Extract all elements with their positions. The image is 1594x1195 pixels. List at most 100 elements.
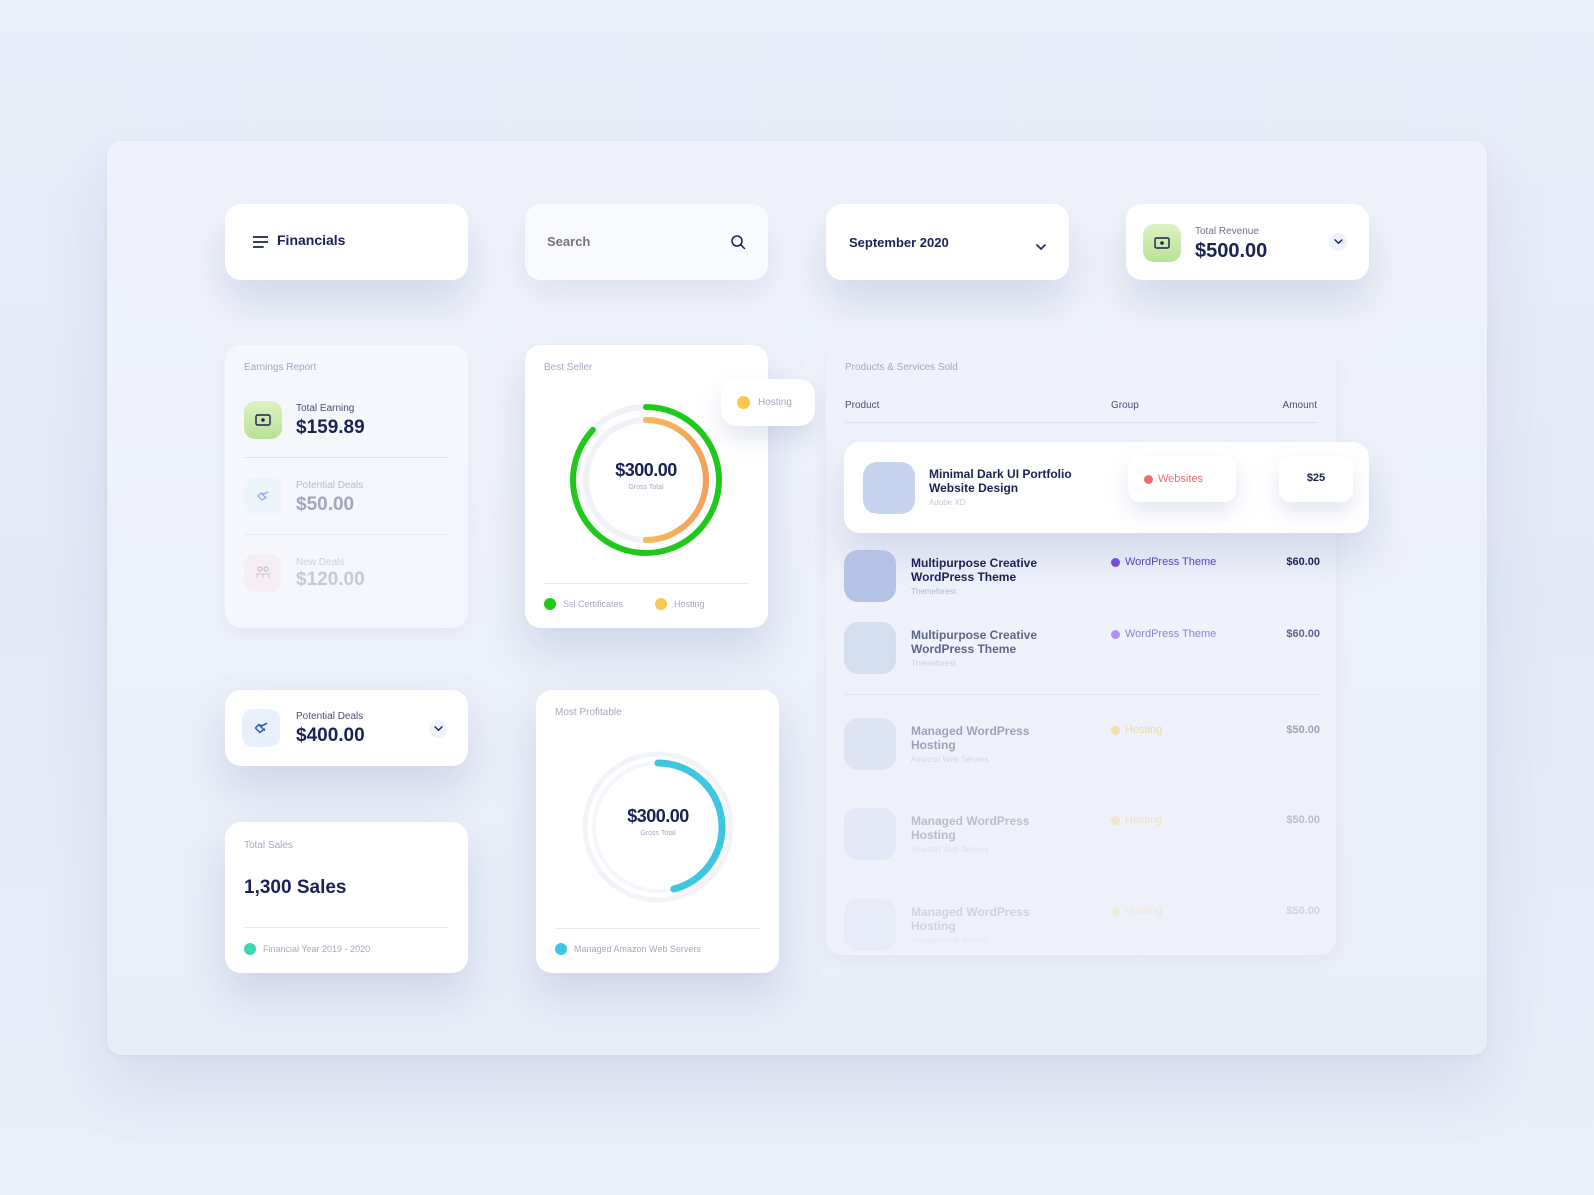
- chevron-down-icon[interactable]: [1036, 238, 1046, 256]
- product-name-1: Minimal Dark UI Portfolio: [929, 467, 1072, 481]
- search-box[interactable]: [525, 204, 768, 280]
- revenue-label: Total Revenue: [1195, 226, 1259, 237]
- product-sub: Adobe XD: [929, 498, 966, 507]
- legend-hosting: Hosting: [674, 599, 705, 609]
- search-icon[interactable]: [730, 234, 746, 255]
- product-sub: Themeforest: [911, 587, 956, 596]
- tooltip-label: Hosting: [758, 397, 792, 408]
- product-row[interactable]: Multipurpose Creative WordPress Theme Th…: [844, 622, 1320, 676]
- donut-center: $300.00 Gross Total: [596, 460, 696, 491]
- total-sales-title: Total Sales: [244, 840, 293, 851]
- col-amount: Amount: [1282, 400, 1317, 411]
- col-product: Product: [845, 400, 880, 411]
- most-profitable-total-label: Gross Total: [640, 830, 676, 837]
- legend-dot: [244, 943, 256, 955]
- chevron-down-icon[interactable]: [429, 720, 447, 738]
- menu-title: Financials: [277, 232, 346, 248]
- legend-ssl: Ssl Certificates: [563, 599, 624, 609]
- websites-dot: [1144, 475, 1153, 484]
- divider: [544, 583, 749, 584]
- hamburger-icon[interactable]: [252, 235, 269, 248]
- hosting-dot: [1111, 907, 1120, 916]
- product-name-2: Hosting: [911, 828, 956, 842]
- group-label: Websites: [1158, 473, 1204, 485]
- product-sub: Themeforest: [911, 659, 956, 668]
- product-thumbnail: [844, 718, 896, 770]
- group-label: Hosting: [1125, 905, 1163, 917]
- wordpress-dot: [1111, 630, 1120, 639]
- chevron-down-icon[interactable]: [1329, 233, 1347, 251]
- group-label: Hosting: [1125, 814, 1163, 826]
- group-badge[interactable]: Websites: [1128, 456, 1236, 502]
- product-row[interactable]: Managed WordPress Hosting Amazon Web Ser…: [844, 899, 1320, 953]
- total-earning-value: $159.89: [296, 417, 365, 438]
- product-name-1: Multipurpose Creative: [911, 556, 1038, 570]
- group-label: WordPress Theme: [1125, 628, 1217, 640]
- product-name-2: Hosting: [911, 738, 956, 752]
- total-revenue-card[interactable]: Total Revenue $500.00: [1126, 204, 1369, 280]
- earnings-title: Earnings Report: [244, 362, 317, 373]
- potential-deals-label: Potential Deals: [296, 711, 364, 722]
- month-select[interactable]: September 2020: [826, 204, 1069, 280]
- divider: [244, 534, 449, 535]
- group-label: Hosting: [1125, 724, 1163, 736]
- potential-deals-card[interactable]: Potential Deals $400.00: [225, 690, 468, 766]
- new-deals-label: New Deals: [296, 557, 345, 568]
- hosting-tooltip: Hosting: [721, 379, 815, 426]
- group-label: WordPress Theme: [1125, 556, 1217, 568]
- amount-badge[interactable]: $25: [1279, 456, 1353, 502]
- divider: [244, 927, 449, 928]
- cash-icon: [1143, 224, 1181, 262]
- earnings-report-card: Earnings Report Total Earning $159.89 Po…: [225, 345, 468, 628]
- product-name-1: Multipurpose Creative: [911, 628, 1038, 642]
- total-sales-card: Total Sales 1,300 Sales Financial Year 2…: [225, 822, 468, 973]
- products-title: Products & Services Sold: [845, 362, 958, 373]
- product-sub: Amazon Web Servers: [911, 755, 989, 764]
- users-icon: [244, 554, 282, 592]
- month-selected: September 2020: [849, 235, 949, 250]
- product-thumbnail: [844, 550, 896, 602]
- divider: [844, 694, 1320, 695]
- product-thumbnail: [844, 899, 896, 951]
- product-row[interactable]: Multipurpose Creative WordPress Theme Th…: [844, 550, 1320, 604]
- donut-center: $300.00 Gross Total: [608, 806, 708, 837]
- product-name-2: Website Design: [929, 481, 1019, 495]
- product-name-1: Managed WordPress: [911, 905, 1030, 919]
- wordpress-dot: [1111, 558, 1120, 567]
- product-name-1: Managed WordPress: [911, 724, 1030, 738]
- new-deals-value: $120.00: [296, 569, 365, 590]
- col-group: Group: [1111, 400, 1139, 411]
- total-sales-value: 1,300 Sales: [244, 877, 347, 898]
- product-row[interactable]: Managed WordPress Hosting Amazon Web Ser…: [844, 718, 1320, 772]
- amount-value: $50.00: [1286, 814, 1320, 826]
- best-seller-title: Best Seller: [544, 362, 593, 373]
- hosting-dot: [1111, 816, 1120, 825]
- amount-value: $60.00: [1286, 556, 1320, 568]
- amount-value: $60.00: [1286, 628, 1320, 640]
- divider: [555, 928, 760, 929]
- product-name-2: WordPress Theme: [911, 570, 1017, 584]
- product-row-highlight[interactable]: Minimal Dark UI Portfolio Website Design…: [844, 442, 1369, 533]
- search-input[interactable]: [547, 231, 717, 251]
- handshake-icon: [244, 477, 282, 515]
- most-profitable-total: $300.00: [627, 806, 689, 826]
- handshake-icon: [242, 709, 280, 747]
- legend-dot: [555, 943, 567, 955]
- legend-dot: [655, 598, 667, 610]
- most-profitable-title: Most Profitable: [555, 707, 622, 718]
- financials-menu[interactable]: Financials: [225, 204, 468, 280]
- amount-value: $25: [1306, 472, 1326, 484]
- most-profitable-legend: Managed Amazon Web Servers: [574, 944, 701, 954]
- product-thumbnail: [844, 808, 896, 860]
- product-sub: Amazon Web Servers: [911, 845, 989, 854]
- product-row[interactable]: Managed WordPress Hosting Amazon Web Ser…: [844, 808, 1320, 862]
- legend-dot: [544, 598, 556, 610]
- cash-icon: [244, 401, 282, 439]
- potential-deals-value: $50.00: [296, 494, 355, 515]
- revenue-value: $500.00: [1195, 240, 1268, 262]
- tooltip-dot: [737, 396, 750, 409]
- product-sub: Amazon Web Servers: [911, 936, 989, 945]
- total-earning-label: Total Earning: [296, 403, 355, 414]
- best-seller-total-label: Gross Total: [628, 484, 664, 491]
- product-name-2: WordPress Theme: [911, 642, 1017, 656]
